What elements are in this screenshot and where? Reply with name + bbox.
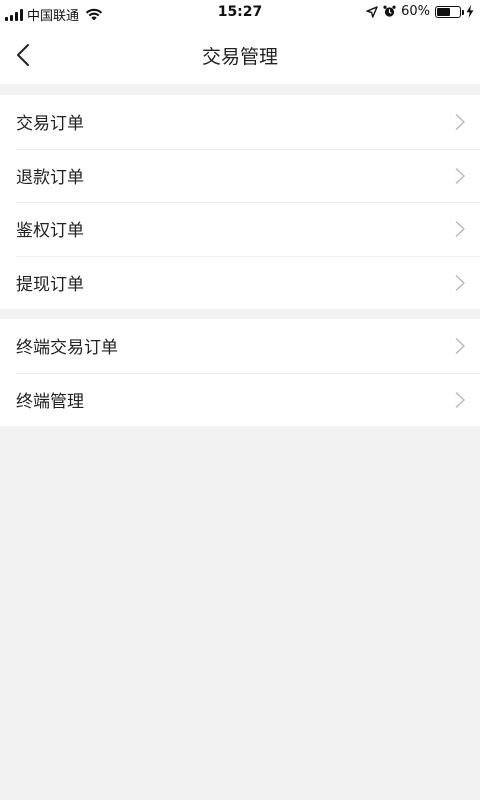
menu-item-label: 终端管理 — [16, 391, 84, 412]
battery-percent: 60% — [401, 4, 430, 19]
chevron-right-icon — [455, 391, 466, 408]
chevron-right-icon — [455, 220, 466, 238]
battery-icon — [435, 5, 464, 18]
menu-group-orders: 交易订单 退款订单 鉴权订单 提现订单 — [0, 95, 480, 309]
menu-item-withdraw-orders[interactable]: 提现订单 — [0, 255, 480, 310]
chevron-right-icon — [455, 113, 466, 131]
navigation-bar: 交易管理 — [0, 26, 480, 84]
battery-level — [437, 7, 450, 16]
menu-item-auth-orders[interactable]: 鉴权订单 — [0, 202, 480, 256]
charging-bolt-icon — [466, 5, 474, 18]
menu-item-terminal-trade-orders[interactable]: 终端交易订单 — [0, 319, 480, 373]
menu-group-terminal: 终端交易订单 终端管理 — [0, 319, 480, 426]
page-title: 交易管理 — [201, 46, 278, 68]
location-arrow-icon — [366, 5, 378, 18]
menu-item-label: 鉴权订单 — [16, 221, 84, 242]
chevron-right-icon — [455, 167, 466, 184]
status-bar: 中国联通 15:27 60% — [0, 0, 480, 26]
menu-item-label: 退款订单 — [16, 167, 84, 188]
menu-item-terminal-management[interactable]: 终端管理 — [0, 372, 480, 427]
chevron-right-icon — [455, 274, 466, 291]
menu-item-label: 交易订单 — [16, 114, 84, 135]
alarm-clock-icon — [383, 5, 396, 17]
menu-item-trade-orders[interactable]: 交易订单 — [0, 95, 480, 149]
status-right: 60% — [366, 4, 474, 19]
menu-item-label: 提现订单 — [16, 274, 84, 295]
chevron-right-icon — [455, 337, 466, 355]
menu-item-refund-orders[interactable]: 退款订单 — [0, 148, 480, 203]
menu-item-label: 终端交易订单 — [16, 338, 118, 359]
